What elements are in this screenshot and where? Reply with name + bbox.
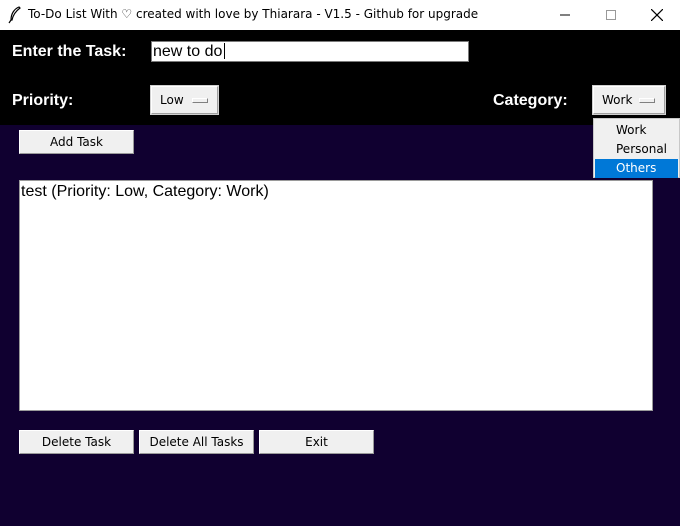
form-panel: Enter the Task: new to do Priority: Low … — [0, 30, 680, 125]
dropdown-option-others[interactable]: Others — [595, 159, 678, 178]
category-dropdown-menu: Work Personal Others — [593, 118, 680, 178]
list-item[interactable]: test (Priority: Low, Category: Work) — [20, 181, 652, 203]
task-input-value: new to do — [153, 43, 223, 60]
task-list[interactable]: test (Priority: Low, Category: Work) — [19, 180, 653, 411]
feather-icon — [8, 6, 21, 24]
delete-all-tasks-button[interactable]: Delete All Tasks — [139, 430, 254, 454]
maximize-button[interactable] — [588, 0, 634, 30]
dropdown-indicator-icon — [639, 98, 655, 103]
text-caret — [224, 43, 226, 59]
exit-button[interactable]: Exit — [259, 430, 374, 454]
minimize-button[interactable] — [542, 0, 588, 30]
dropdown-indicator-icon — [192, 98, 208, 103]
dropdown-option-work[interactable]: Work — [594, 121, 679, 140]
window-title: To-Do List With ♡ created with love by T… — [28, 7, 479, 21]
priority-select-value: Low — [160, 93, 184, 107]
minimize-icon — [560, 14, 570, 16]
task-input[interactable]: new to do — [151, 41, 469, 62]
add-task-button[interactable]: Add Task — [19, 130, 134, 154]
maximize-icon — [606, 10, 616, 20]
dropdown-option-personal[interactable]: Personal — [594, 140, 679, 159]
priority-select[interactable]: Low — [150, 85, 219, 115]
category-select[interactable]: Work — [592, 85, 666, 115]
close-icon — [651, 9, 663, 21]
close-button[interactable] — [634, 0, 680, 30]
category-label: Category: — [493, 92, 568, 109]
delete-task-button[interactable]: Delete Task — [19, 430, 134, 454]
category-select-value: Work — [602, 93, 633, 107]
title-bar: To-Do List With ♡ created with love by T… — [0, 0, 680, 30]
priority-label: Priority: — [12, 92, 74, 109]
task-label: Enter the Task: — [12, 43, 127, 60]
